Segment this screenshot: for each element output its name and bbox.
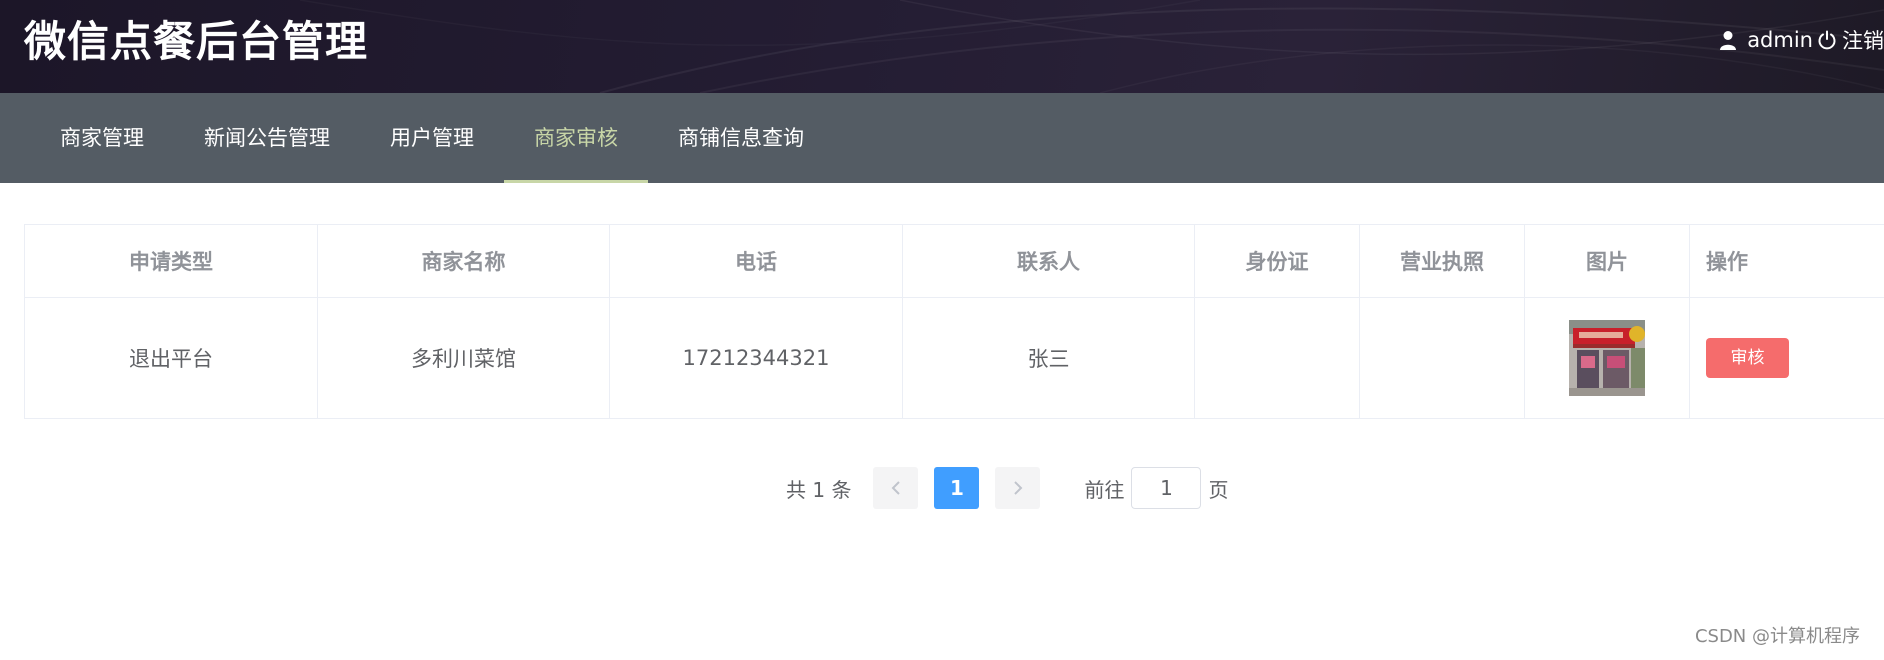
- review-table: 申请类型 商家名称 电话 联系人 身份证 营业执照 图片 操作 退出平台 多利川…: [24, 224, 1884, 419]
- next-page-button[interactable]: [995, 467, 1041, 509]
- cell-apply-type: 退出平台: [24, 297, 318, 419]
- column-header-id-card: 身份证: [1194, 224, 1360, 298]
- app-title: 微信点餐后台管理: [24, 17, 369, 66]
- cell-image: [1524, 297, 1690, 419]
- chevron-left-icon: [891, 481, 900, 495]
- nav-item-user-management[interactable]: 用户管理: [360, 93, 504, 183]
- goto-label: 前往: [1084, 477, 1125, 502]
- cell-id-card: [1194, 297, 1360, 419]
- column-header-phone: 电话: [609, 224, 903, 298]
- nav-item-merchant-review[interactable]: 商家审核: [504, 93, 648, 183]
- cell-phone: 17212344321: [609, 297, 903, 419]
- goto-page-input[interactable]: [1131, 467, 1202, 509]
- nav-item-shop-info-query[interactable]: 商铺信息查询: [648, 93, 834, 183]
- user-area: admin 注销: [1719, 26, 1884, 54]
- username: admin: [1747, 28, 1813, 52]
- app-header: 微信点餐后台管理 admin 注销: [0, 0, 1884, 93]
- cell-license: [1359, 297, 1525, 419]
- prev-page-button[interactable]: [873, 467, 919, 509]
- pagination-total: 共 1 条: [786, 477, 852, 502]
- power-icon[interactable]: [1817, 30, 1837, 50]
- column-header-image: 图片: [1524, 224, 1690, 298]
- column-header-apply-type: 申请类型: [24, 224, 318, 298]
- chevron-right-icon: [1014, 481, 1023, 495]
- page-number-button[interactable]: 1: [934, 467, 980, 509]
- user-icon: [1720, 31, 1737, 50]
- column-header-contact: 联系人: [902, 224, 1195, 298]
- logout-link[interactable]: 注销: [1842, 25, 1884, 55]
- table-row: 退出平台 多利川菜馆 17212344321 张三 审核: [24, 297, 1884, 419]
- column-header-actions: 操作: [1689, 224, 1884, 298]
- audit-button[interactable]: 审核: [1706, 338, 1789, 378]
- cell-contact: 张三: [902, 297, 1195, 419]
- cell-merchant-name: 多利川菜馆: [317, 297, 610, 419]
- nav-item-news-management[interactable]: 新闻公告管理: [174, 93, 360, 183]
- review-table-wrapper: 申请类型 商家名称 电话 联系人 身份证 营业执照 图片 操作 退出平台 多利川…: [24, 224, 1884, 419]
- cell-actions: 审核: [1689, 297, 1884, 419]
- table-header-row: 申请类型 商家名称 电话 联系人 身份证 营业执照 图片 操作: [24, 224, 1884, 298]
- column-header-merchant-name: 商家名称: [317, 224, 610, 298]
- nav-item-merchant-management[interactable]: 商家管理: [30, 93, 174, 183]
- pagination: 共 1 条 1 前往 页: [786, 466, 1228, 510]
- page-suffix-label: 页: [1208, 477, 1229, 502]
- watermark: CSDN @计算机程序: [1694, 626, 1860, 647]
- top-nav-menu: 商家管理 新闻公告管理 用户管理 商家审核 商铺信息查询: [0, 93, 1884, 183]
- column-header-license: 营业执照: [1359, 224, 1525, 298]
- storefront-photo-thumbnail[interactable]: [1569, 320, 1645, 396]
